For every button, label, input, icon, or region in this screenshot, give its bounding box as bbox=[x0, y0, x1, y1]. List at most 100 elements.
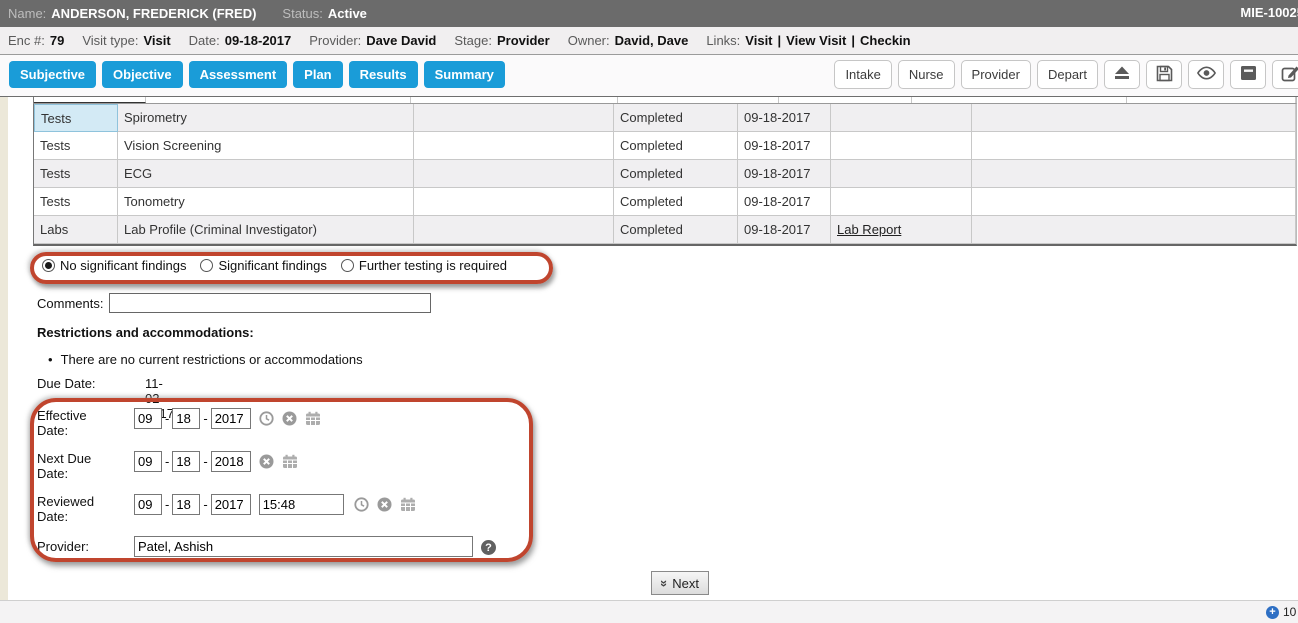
calendar-icon[interactable] bbox=[282, 454, 298, 472]
zoom-plus-icon: + bbox=[1266, 606, 1279, 619]
comments-input[interactable] bbox=[109, 293, 431, 313]
cell-status: Completed bbox=[614, 104, 738, 132]
links-label: Links: bbox=[706, 33, 740, 48]
view-button[interactable] bbox=[1188, 60, 1224, 89]
edit-icon bbox=[1281, 65, 1298, 85]
status-bar: + 10 bbox=[0, 600, 1298, 623]
toolbar: Subjective Objective Assessment Plan Res… bbox=[0, 55, 1298, 97]
provider-input[interactable] bbox=[134, 536, 473, 557]
calendar-icon[interactable] bbox=[305, 411, 321, 429]
cell-extra bbox=[972, 132, 1296, 160]
table-row[interactable]: Tests Tonometry Completed 09-18-2017 bbox=[34, 188, 1296, 216]
archive-button[interactable] bbox=[1230, 60, 1266, 89]
reviewed-year-input[interactable] bbox=[211, 494, 251, 515]
page-margin bbox=[0, 97, 8, 600]
radio-significant-findings[interactable] bbox=[200, 259, 213, 272]
radio-further-testing[interactable] bbox=[341, 259, 354, 272]
effective-day-input[interactable] bbox=[172, 408, 200, 429]
clock-icon[interactable] bbox=[259, 411, 274, 429]
visit-type-label: Visit type: bbox=[82, 33, 138, 48]
provider-button[interactable]: Provider bbox=[961, 60, 1031, 89]
intake-button[interactable]: Intake bbox=[834, 60, 891, 89]
clear-icon[interactable] bbox=[377, 497, 392, 515]
stage-buttons: Intake Nurse Provider Depart bbox=[834, 60, 1298, 89]
main-content: Tests Spirometry Completed 09-18-2017 Te… bbox=[0, 97, 1298, 600]
orders-results-table: Tests Spirometry Completed 09-18-2017 Te… bbox=[33, 104, 1297, 246]
clock-icon[interactable] bbox=[354, 497, 369, 515]
reviewed-month-input[interactable] bbox=[134, 494, 162, 515]
effective-date-row: Effective Date: - - bbox=[37, 408, 321, 438]
save-icon bbox=[1156, 65, 1173, 85]
effective-date-label: Effective bbox=[37, 408, 134, 423]
effective-year-input[interactable] bbox=[211, 408, 251, 429]
cell-status: Completed bbox=[614, 216, 738, 244]
chevron-double-down-icon: » bbox=[657, 579, 672, 586]
table-row[interactable]: Labs Lab Profile (Criminal Investigator)… bbox=[34, 216, 1296, 244]
tab-results[interactable]: Results bbox=[349, 61, 418, 88]
restrictions-heading: Restrictions and accommodations: bbox=[37, 325, 254, 340]
next-due-year-input[interactable] bbox=[211, 451, 251, 472]
cell-status: Completed bbox=[614, 188, 738, 216]
cell-detail bbox=[414, 188, 614, 216]
status-label: Status: bbox=[282, 6, 322, 21]
tab-summary[interactable]: Summary bbox=[424, 61, 505, 88]
tab-subjective[interactable]: Subjective bbox=[9, 61, 96, 88]
enc-number-label: Enc #: bbox=[8, 33, 45, 48]
depart-button[interactable]: Depart bbox=[1037, 60, 1098, 89]
link-checkin[interactable]: Checkin bbox=[860, 33, 911, 48]
next-due-month-input[interactable] bbox=[134, 451, 162, 472]
radio-label: Further testing is required bbox=[359, 258, 507, 273]
table-row[interactable]: Tests Spirometry Completed 09-18-2017 bbox=[34, 104, 1296, 132]
owner-value: David, Dave bbox=[615, 33, 689, 48]
cell-detail bbox=[414, 104, 614, 132]
tab-objective[interactable]: Objective bbox=[102, 61, 183, 88]
cell-extra bbox=[972, 104, 1296, 132]
cell-link bbox=[831, 188, 972, 216]
help-icon[interactable]: ? bbox=[481, 540, 496, 555]
link-visit[interactable]: Visit bbox=[745, 33, 772, 48]
clear-icon[interactable] bbox=[259, 454, 274, 472]
link-view-visit[interactable]: View Visit bbox=[786, 33, 846, 48]
eject-button[interactable] bbox=[1104, 60, 1140, 89]
cell-status: Completed bbox=[614, 160, 738, 188]
cell-name: ECG bbox=[118, 160, 414, 188]
cell-link bbox=[831, 132, 972, 160]
effective-month-input[interactable] bbox=[134, 408, 162, 429]
radio-no-significant-findings[interactable] bbox=[42, 259, 55, 272]
lab-report-link[interactable]: Lab Report bbox=[837, 222, 901, 237]
next-button[interactable]: » Next bbox=[651, 571, 709, 595]
tab-assessment[interactable]: Assessment bbox=[189, 61, 288, 88]
app-window: Name: ANDERSON, FREDERICK (FRED) Status:… bbox=[0, 0, 1298, 623]
patient-name: ANDERSON, FREDERICK (FRED) bbox=[51, 6, 256, 21]
cell-date: 09-18-2017 bbox=[738, 188, 831, 216]
zoom-level-text: 10 bbox=[1283, 605, 1296, 619]
comments-label: Comments: bbox=[37, 296, 103, 311]
reviewed-day-input[interactable] bbox=[172, 494, 200, 515]
cell-date: 09-18-2017 bbox=[738, 216, 831, 244]
comments-row: Comments: bbox=[37, 293, 431, 313]
system-id: MIE-10025 bbox=[1240, 5, 1298, 20]
tab-plan[interactable]: Plan bbox=[293, 61, 342, 88]
due-date-label: Due Date: bbox=[37, 376, 96, 391]
compose-button[interactable] bbox=[1272, 60, 1298, 89]
table-row[interactable]: Tests ECG Completed 09-18-2017 bbox=[34, 160, 1296, 188]
date-label: Date: bbox=[189, 33, 220, 48]
zoom-indicator[interactable]: + 10 bbox=[1266, 605, 1296, 619]
nurse-button[interactable]: Nurse bbox=[898, 60, 955, 89]
cell-status: Completed bbox=[614, 132, 738, 160]
reviewed-date-row: Reviewed Date: - - bbox=[37, 494, 416, 524]
clear-icon[interactable] bbox=[282, 411, 297, 429]
cell-detail bbox=[414, 216, 614, 244]
table-row[interactable]: Tests Vision Screening Completed 09-18-2… bbox=[34, 132, 1296, 160]
calendar-icon[interactable] bbox=[400, 497, 416, 515]
stage-label: Stage: bbox=[454, 33, 492, 48]
visit-type-value: Visit bbox=[143, 33, 170, 48]
next-due-day-input[interactable] bbox=[172, 451, 200, 472]
cell-name: Lab Profile (Criminal Investigator) bbox=[118, 216, 414, 244]
link-separator: | bbox=[851, 33, 855, 48]
cell-name: Vision Screening bbox=[118, 132, 414, 160]
cell-detail bbox=[414, 160, 614, 188]
save-button[interactable] bbox=[1146, 60, 1182, 89]
provider-label: Provider: bbox=[309, 33, 361, 48]
reviewed-time-input[interactable] bbox=[259, 494, 344, 515]
